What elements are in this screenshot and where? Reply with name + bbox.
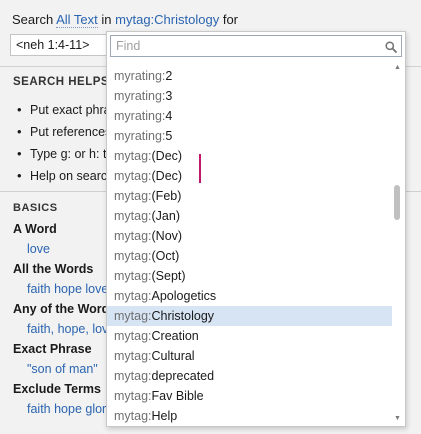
scrollbar[interactable]: ▲ ▼ bbox=[391, 62, 404, 424]
caret-marker bbox=[199, 154, 201, 183]
tag-list: myrating:2 myrating:3 myrating:4 myrating:5… bbox=[107, 66, 392, 426]
item-value: (Oct) bbox=[151, 249, 180, 263]
item-value: 4 bbox=[165, 109, 173, 123]
tag-list-item[interactable]: myrating:3 bbox=[107, 86, 392, 106]
basics-example[interactable]: faith hope glor bbox=[13, 399, 113, 419]
item-value: Creation bbox=[151, 329, 199, 343]
basics-label: A Word bbox=[13, 222, 57, 236]
basics-label: All the Words bbox=[13, 262, 94, 276]
tag-list-item[interactable]: mytag:(Dec) bbox=[107, 146, 392, 166]
item-value: (Dec) bbox=[151, 149, 183, 163]
tag-list-item[interactable]: myrating:4 bbox=[107, 106, 392, 126]
item-value: Fav Bible bbox=[151, 389, 204, 403]
tag-list-item[interactable]: mytag:Creation bbox=[107, 326, 392, 346]
search-icon bbox=[385, 41, 397, 53]
basics-example[interactable]: "son of man" bbox=[13, 359, 113, 379]
tag-list-item[interactable]: mytag:Fav Bible bbox=[107, 386, 392, 406]
item-prefix: mytag: bbox=[114, 309, 152, 323]
for-label: for bbox=[222, 12, 238, 27]
item-prefix: mytag: bbox=[114, 229, 152, 243]
item-prefix: myrating: bbox=[114, 129, 166, 143]
item-prefix: myrating: bbox=[114, 69, 166, 83]
scroll-up-arrow-icon[interactable]: ▲ bbox=[391, 62, 404, 73]
tag-list-item[interactable]: mytag:deprecated bbox=[107, 366, 392, 386]
tag-list-item[interactable]: mytag:Help bbox=[107, 406, 392, 426]
search-helps-title: SEARCH HELPS bbox=[13, 76, 110, 88]
tag-list-item[interactable]: mytag:Cultural bbox=[107, 346, 392, 366]
item-prefix: mytag: bbox=[114, 329, 152, 343]
tag-list-item[interactable]: mytag:(Jan) bbox=[107, 206, 392, 226]
item-value: 5 bbox=[165, 129, 173, 143]
item-value: (Feb) bbox=[151, 189, 182, 203]
item-prefix: mytag: bbox=[114, 209, 152, 223]
basics-example[interactable]: love bbox=[13, 239, 113, 259]
item-prefix: myrating: bbox=[114, 89, 166, 103]
tag-dropdown-popup: myrating:2myrating:3myrating:4myrating:5… bbox=[106, 31, 406, 427]
search-header: Search All Text in mytag:Christology for bbox=[12, 11, 238, 29]
tag-list-item[interactable]: mytag:(Dec) bbox=[107, 166, 392, 186]
scroll-down-arrow-icon[interactable]: ▼ bbox=[391, 413, 404, 424]
basics-examples: A Word love All the Words faith hope lov… bbox=[13, 219, 117, 419]
in-label: in bbox=[101, 12, 112, 27]
item-value: (Sept) bbox=[151, 269, 186, 283]
item-value: 3 bbox=[165, 89, 173, 103]
tag-list-item[interactable]: mytag:Christology bbox=[107, 306, 392, 326]
tag-list-item[interactable]: myrating:2 bbox=[107, 66, 392, 86]
item-prefix: mytag: bbox=[114, 169, 152, 183]
item-prefix: mytag: bbox=[114, 409, 152, 423]
item-value: (Nov) bbox=[151, 229, 183, 243]
item-value: deprecated bbox=[151, 369, 215, 383]
item-value: (Jan) bbox=[151, 209, 180, 223]
tag-list-item[interactable]: mytag:(Feb) bbox=[107, 186, 392, 206]
tag-list-item[interactable]: mytag:Apologetics bbox=[107, 286, 392, 306]
item-prefix: mytag: bbox=[114, 189, 152, 203]
scope-link[interactable]: All Text bbox=[56, 12, 98, 28]
basics-label: Exclude Terms bbox=[13, 382, 102, 396]
item-value: Apologetics bbox=[151, 289, 217, 303]
basics-label: Any of the Words bbox=[13, 302, 117, 316]
item-prefix: mytag: bbox=[114, 389, 152, 403]
basics-example[interactable]: faith, hope, lov bbox=[13, 319, 113, 339]
basics-title: BASICS bbox=[13, 202, 58, 214]
basics-example[interactable]: faith hope love bbox=[13, 279, 113, 299]
tag-list-item[interactable]: mytag:(Oct) bbox=[107, 246, 392, 266]
tag-list-item[interactable]: myrating:5 bbox=[107, 126, 392, 146]
search-label: Search bbox=[12, 12, 54, 27]
search-query-input[interactable]: <neh 1:4-11> bbox=[10, 34, 108, 56]
scroll-thumb[interactable] bbox=[394, 185, 400, 220]
item-value: (Dec) bbox=[151, 169, 183, 183]
collection-link[interactable]: mytag:Christology bbox=[115, 12, 219, 27]
item-value: Help bbox=[151, 409, 178, 423]
item-prefix: mytag: bbox=[114, 369, 152, 383]
find-input[interactable] bbox=[110, 35, 402, 57]
item-prefix: mytag: bbox=[114, 349, 152, 363]
basics-label: Exact Phrase bbox=[13, 342, 92, 356]
item-prefix: mytag: bbox=[114, 249, 152, 263]
item-prefix: mytag: bbox=[114, 149, 152, 163]
tag-list-item[interactable]: mytag:(Sept) bbox=[107, 266, 392, 286]
item-prefix: myrating: bbox=[114, 109, 166, 123]
item-value: 2 bbox=[165, 69, 173, 83]
item-prefix: mytag: bbox=[114, 269, 152, 283]
item-value: Cultural bbox=[151, 349, 195, 363]
item-value: Christology bbox=[151, 309, 215, 323]
item-prefix: mytag: bbox=[114, 289, 152, 303]
tag-list-item[interactable]: mytag:(Nov) bbox=[107, 226, 392, 246]
